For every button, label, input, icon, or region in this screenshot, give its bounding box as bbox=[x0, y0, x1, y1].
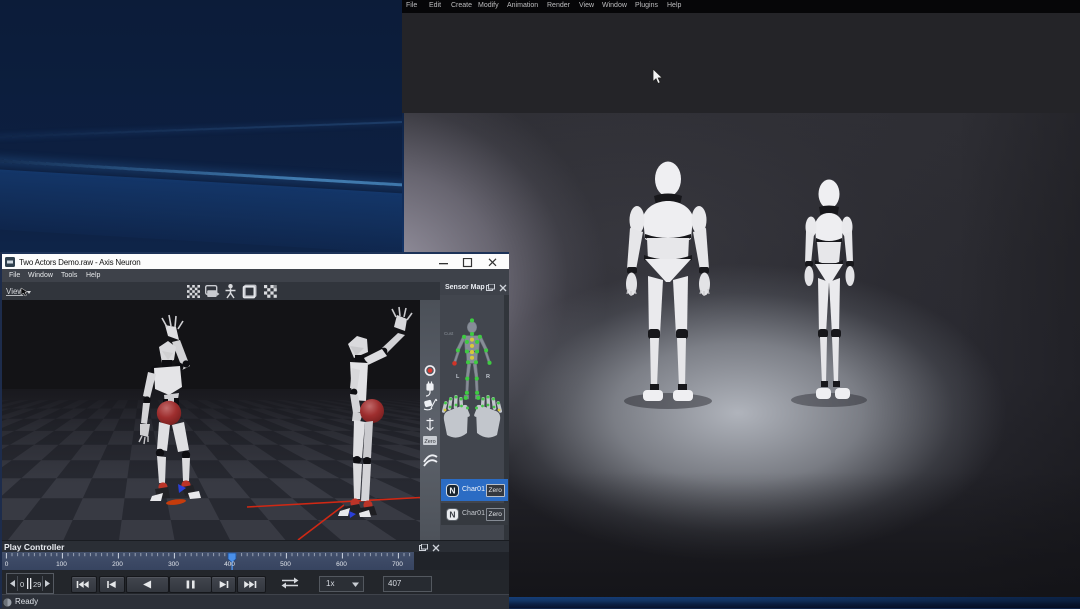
svg-text:Cust: Cust bbox=[444, 331, 454, 336]
svg-text:29: 29 bbox=[33, 580, 41, 589]
svg-text:L: L bbox=[456, 374, 460, 380]
svg-text:N: N bbox=[449, 510, 455, 520]
svg-text:N: N bbox=[449, 486, 455, 496]
svg-text:Zero: Zero bbox=[424, 439, 435, 445]
svg-text:R: R bbox=[486, 374, 490, 380]
svg-text:0: 0 bbox=[20, 580, 24, 589]
